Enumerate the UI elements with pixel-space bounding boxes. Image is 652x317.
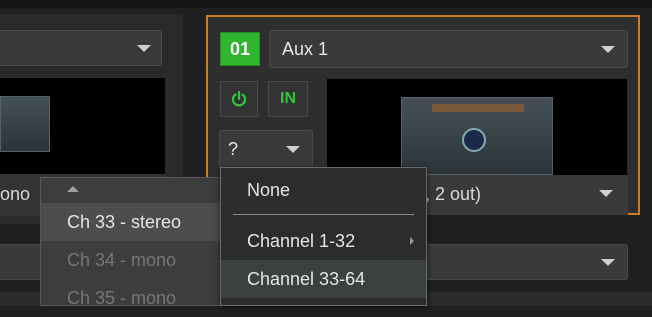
chevron-down-icon xyxy=(601,259,615,266)
input-monitor-button[interactable]: IN xyxy=(268,81,308,117)
chevron-down-icon xyxy=(137,45,151,52)
plugin-thumbnail-icon xyxy=(0,96,50,152)
plugin-thumbnail-icon xyxy=(401,97,553,175)
channel-list-menu: Ch 33 - stereo Ch 34 - mono Ch 35 - mono xyxy=(40,177,222,308)
scroll-up-icon[interactable] xyxy=(67,186,79,192)
help-select[interactable]: ? xyxy=(219,130,313,168)
plugin-view-left[interactable] xyxy=(0,78,165,174)
plugin-label-text: ono xyxy=(0,184,31,204)
menu-item-ch35[interactable]: Ch 35 - mono xyxy=(41,279,221,317)
source-menu: None Channel 1-32 Channel 33-64 xyxy=(220,167,427,306)
menu-item-channel-1-32[interactable]: Channel 1-32 xyxy=(221,222,426,260)
chevron-down-icon xyxy=(286,146,300,153)
bottom-right-dropdown[interactable] xyxy=(420,244,628,280)
menu-item-channel-33-64[interactable]: Channel 33-64 xyxy=(221,260,426,298)
track-number-badge: 01 xyxy=(220,32,260,66)
top-strip xyxy=(0,0,652,8)
menu-item-ch34[interactable]: Ch 34 - mono xyxy=(41,241,221,279)
help-select-value: ? xyxy=(228,138,239,159)
plugin-view-aux1[interactable] xyxy=(327,79,627,175)
channel-name-dropdown[interactable]: Aux 1 xyxy=(269,30,628,68)
power-button[interactable] xyxy=(220,81,258,117)
menu-separator xyxy=(233,214,414,215)
menu-item-none[interactable]: None xyxy=(221,172,426,208)
channel-name-value: Aux 1 xyxy=(282,38,329,59)
menu-item-ch33[interactable]: Ch 33 - stereo xyxy=(41,203,221,241)
plugin-label-text: , 2 out) xyxy=(425,184,482,204)
chevron-down-icon xyxy=(601,46,615,53)
chevron-down-icon xyxy=(599,190,613,197)
power-icon xyxy=(231,90,247,107)
left-dropdown[interactable] xyxy=(0,30,162,66)
submenu-arrow-icon xyxy=(410,237,414,245)
